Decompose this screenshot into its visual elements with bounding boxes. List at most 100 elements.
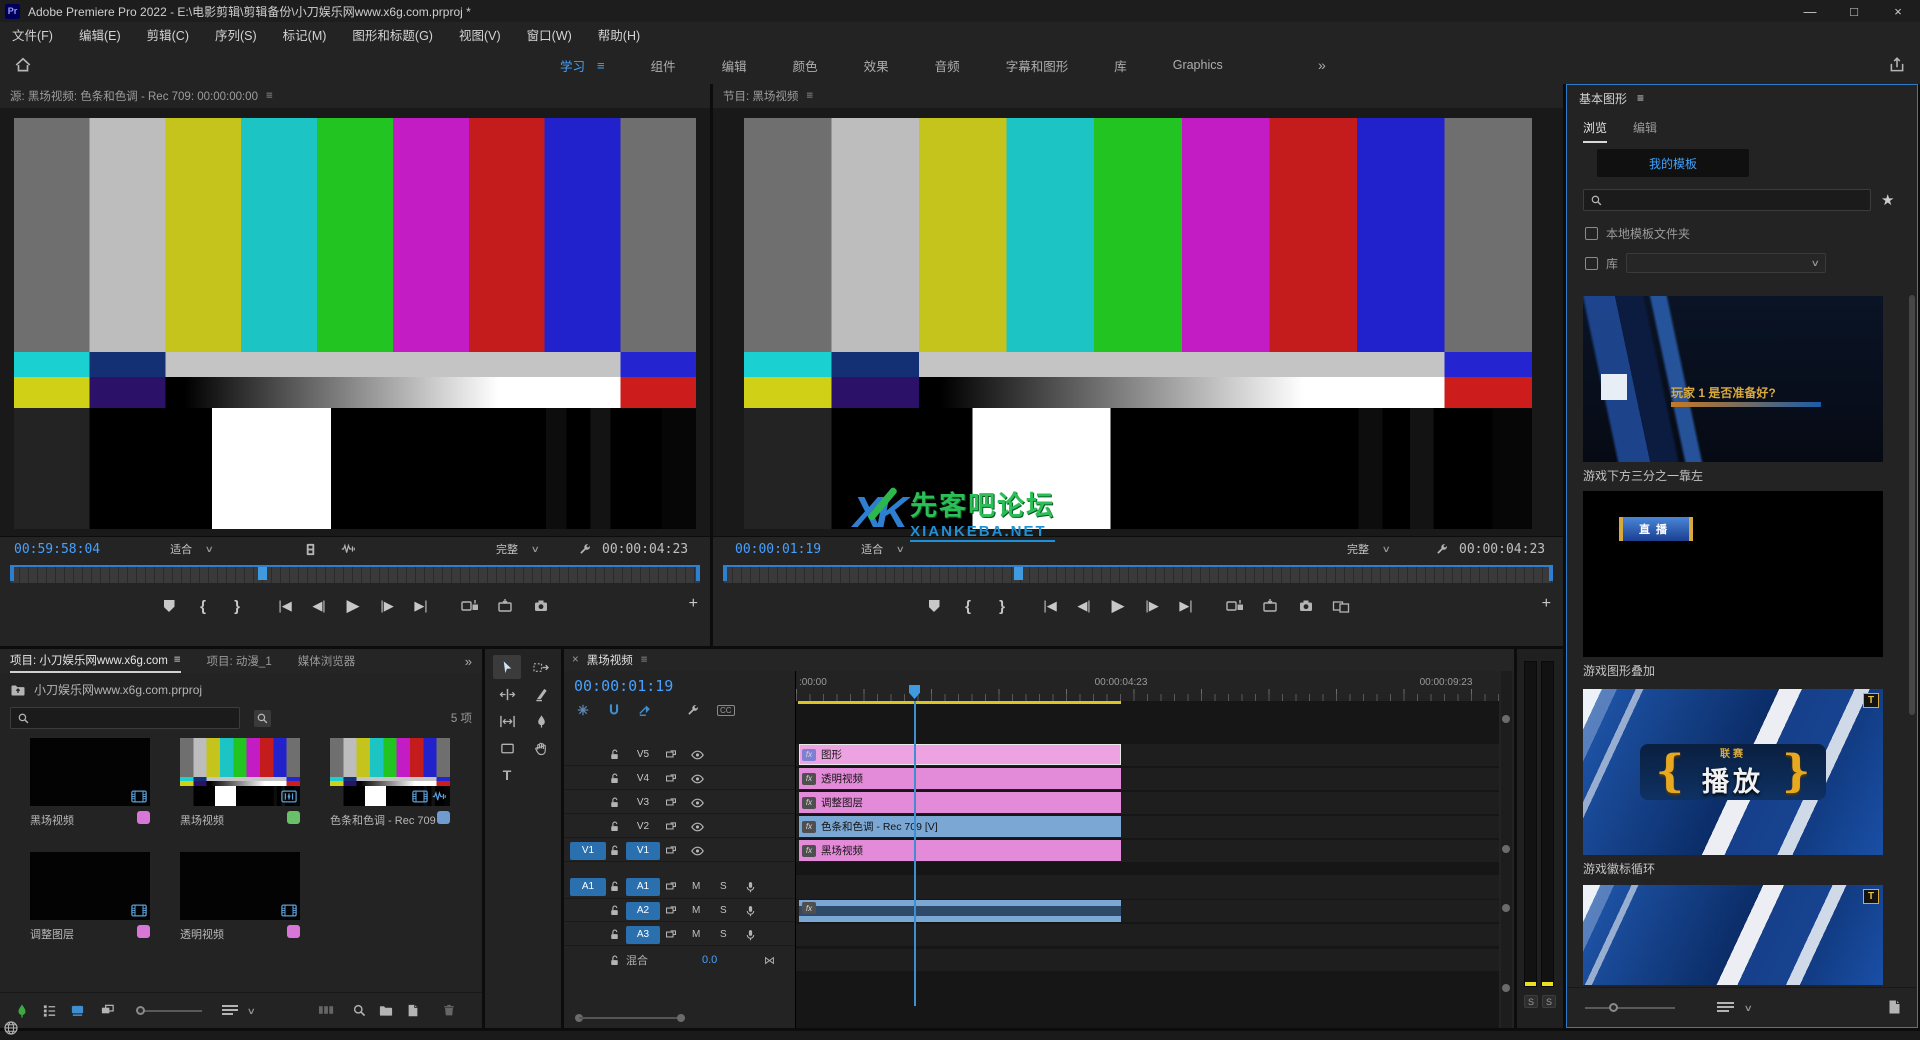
source-patch-a1[interactable]: A1	[570, 878, 606, 896]
new-bin-icon[interactable]	[378, 1003, 394, 1018]
favorites-star-icon[interactable]: ★	[1881, 191, 1894, 209]
voiceover-mic-icon[interactable]	[744, 904, 757, 918]
clip-graphic[interactable]: fx 图形	[799, 744, 1121, 765]
program-quality-select[interactable]: 完整∨	[1347, 541, 1390, 557]
button-editor-icon[interactable]: +	[1542, 595, 1551, 613]
project-filter-icon[interactable]	[254, 710, 271, 727]
sync-lock-icon[interactable]	[664, 928, 678, 941]
minimize-button[interactable]: —	[1788, 0, 1832, 22]
mix-volume-value[interactable]: 0.0	[702, 954, 717, 966]
template-search-input[interactable]	[1583, 189, 1871, 211]
template-partial[interactable]: T	[1583, 885, 1883, 985]
panel-menu-icon[interactable]: ≡	[1637, 91, 1644, 105]
local-templates-checkbox[interactable]	[1585, 227, 1598, 240]
my-templates-button[interactable]: 我的模板	[1597, 149, 1749, 177]
lock-icon[interactable]	[608, 844, 621, 857]
play-icon[interactable]: ▶	[1110, 596, 1126, 616]
sync-lock-icon[interactable]	[664, 904, 678, 917]
mute-button[interactable]: M	[692, 905, 700, 916]
clip-adjustment-layer[interactable]: fx 调整图层	[799, 792, 1121, 813]
source-wrench-icon[interactable]	[578, 542, 592, 556]
automate-to-sequence-icon[interactable]	[318, 1003, 335, 1017]
toggle-track-output-eye-icon[interactable]	[690, 772, 705, 786]
tab-project-anime[interactable]: 项目: 动漫_1	[207, 649, 272, 673]
export-frame-icon[interactable]	[533, 598, 549, 614]
menu-clip[interactable]: 剪辑(C)	[147, 25, 189, 44]
type-tool[interactable]: T	[493, 763, 521, 787]
list-view-icon[interactable]	[42, 1003, 57, 1018]
project-breadcrumb[interactable]: 小刀娱乐网www.x6g.com.prproj	[34, 681, 202, 698]
panel-menu-icon[interactable]: ≡	[266, 90, 273, 102]
razor-tool[interactable]	[527, 682, 555, 706]
source-zoom-bar[interactable]	[10, 565, 700, 567]
ripple-edit-tool[interactable]	[493, 682, 521, 706]
workspace-tab-menu-icon[interactable]: ≡	[597, 58, 605, 73]
writable-pen-icon[interactable]	[14, 1003, 30, 1019]
solo-button[interactable]: S	[720, 929, 727, 940]
workspace-overflow-icon[interactable]: »	[1318, 57, 1326, 73]
project-item-sequence[interactable]	[180, 738, 300, 806]
lock-icon[interactable]	[608, 880, 621, 893]
close-button[interactable]: ×	[1876, 0, 1920, 22]
extract-icon[interactable]	[1262, 598, 1280, 614]
sort-icon[interactable]	[222, 1005, 238, 1015]
project-root-icon[interactable]	[10, 682, 26, 698]
tab-project-main[interactable]: 项目: 小刀娱乐网www.x6g.com≡	[10, 649, 181, 673]
clip-bars-tone-audio[interactable]: fx	[799, 900, 1121, 922]
workspace-tab-editing[interactable]: 编辑	[722, 56, 747, 75]
template-zoom-knob[interactable]	[1609, 1003, 1618, 1012]
snap-magnet-icon[interactable]	[607, 703, 621, 717]
track-target-v1[interactable]: V1	[626, 842, 660, 860]
play-icon[interactable]: ▶	[345, 596, 361, 616]
menu-help[interactable]: 帮助(H)	[598, 25, 640, 44]
goto-in-icon[interactable]: |◀	[277, 598, 293, 614]
workspace-tab-assembly[interactable]: 组件	[651, 56, 676, 75]
sync-lock-icon[interactable]	[664, 820, 678, 833]
lock-icon[interactable]	[608, 954, 621, 967]
voiceover-mic-icon[interactable]	[744, 928, 757, 942]
mute-button[interactable]: M	[692, 881, 700, 892]
workspace-tab-effects[interactable]: 效果	[864, 56, 889, 75]
menu-window[interactable]: 窗口(W)	[527, 25, 572, 44]
scrub-handle-left[interactable]	[723, 567, 727, 581]
mute-button[interactable]: M	[692, 929, 700, 940]
lock-icon[interactable]	[608, 928, 621, 941]
workspace-tab-captions[interactable]: 字幕和图形	[1006, 56, 1069, 75]
essential-graphics-title[interactable]: 基本图形	[1579, 90, 1627, 107]
chevron-down-icon[interactable]: ∨	[1744, 1003, 1753, 1014]
timeline-horizontal-scrollbar[interactable]	[575, 1014, 685, 1022]
track-target-a1[interactable]: A1	[626, 878, 660, 896]
chevron-down-icon[interactable]: ∨	[247, 1006, 256, 1017]
quick-export-icon[interactable]	[1888, 56, 1906, 74]
home-icon[interactable]	[14, 56, 32, 74]
goto-out-icon[interactable]: ▶|	[413, 598, 429, 614]
clip-black-video[interactable]: fx 黑场视频	[799, 840, 1121, 861]
project-item-name[interactable]: 透明视频	[180, 926, 224, 942]
timeline-settings-wrench-icon[interactable]	[686, 703, 700, 717]
nest-insert-icon[interactable]	[576, 703, 590, 717]
project-item-transparent-video[interactable]	[180, 852, 300, 920]
lock-icon[interactable]	[608, 820, 621, 833]
project-item-name[interactable]: 色条和色调 - Rec 709	[330, 812, 436, 828]
program-timecode[interactable]: 00:00:01:19	[735, 542, 821, 557]
program-scrubber[interactable]	[723, 565, 1553, 583]
panel-menu-icon[interactable]: ≡	[174, 654, 181, 666]
panel-overflow-icon[interactable]: »	[465, 654, 472, 669]
scrub-handle-right[interactable]	[1549, 567, 1553, 581]
libraries-checkbox[interactable]	[1585, 257, 1598, 270]
track-target-v2[interactable]: V2	[626, 818, 660, 836]
lock-icon[interactable]	[608, 748, 621, 761]
source-monitor-title[interactable]: 源: 黑场视频: 色条和色调 - Rec 709: 00:00:00:00	[10, 88, 258, 104]
timeline-lane[interactable]: :00:00 00:00:04:23 00:00:09:23 fx 图形 fx …	[795, 671, 1499, 1028]
workspace-tab-color[interactable]: 颜色	[793, 56, 818, 75]
scrub-handle-right[interactable]	[696, 567, 700, 581]
track-target-a3[interactable]: A3	[626, 926, 660, 944]
workspace-tab-audio[interactable]: 音频	[935, 56, 960, 75]
project-item-name[interactable]: 黑场视频	[30, 812, 74, 828]
menu-graphics[interactable]: 图形和标题(G)	[352, 25, 433, 44]
add-marker-icon[interactable]	[161, 600, 177, 612]
source-quality-select[interactable]: 完整∨	[496, 541, 539, 557]
new-item-icon[interactable]	[406, 1003, 420, 1018]
add-marker-icon[interactable]	[926, 600, 942, 612]
project-item-bars-tone[interactable]	[330, 738, 450, 806]
